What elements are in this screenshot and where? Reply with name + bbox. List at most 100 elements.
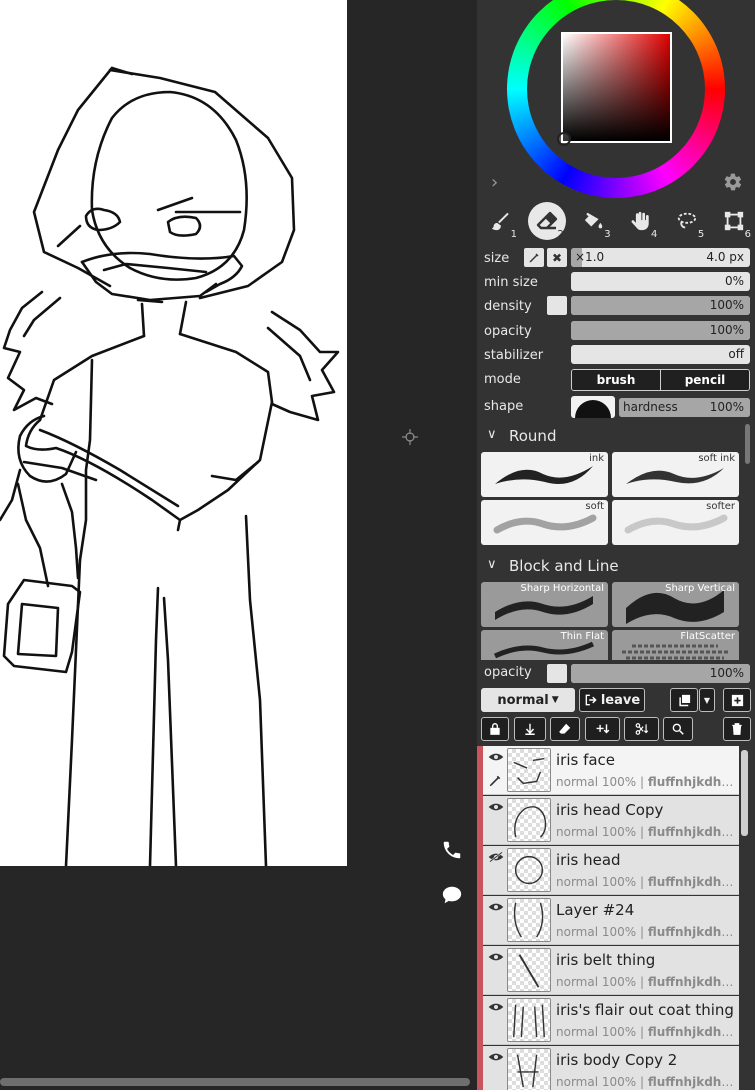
- layer-row[interactable]: iris's flair out coat thing normal 100% |…: [483, 996, 739, 1045]
- mode-toggle: brush pencil: [571, 369, 750, 391]
- layer-name[interactable]: Layer #24: [556, 901, 634, 919]
- layer-name[interactable]: iris belt thing: [556, 951, 655, 969]
- horizontal-scrollbar[interactable]: [0, 1078, 470, 1086]
- layer-row[interactable]: iris head Copy normal 100% | fluffnhjkdh.…: [483, 796, 739, 845]
- size-reset-button[interactable]: ✖: [547, 248, 567, 267]
- layer-thumbnail: [507, 798, 551, 842]
- preset-sharp-horizontal[interactable]: Sharp Horizontal: [481, 582, 608, 627]
- layer-opacity: 100%: [601, 875, 637, 889]
- caret-down-icon: ▼: [703, 695, 711, 705]
- saturation-value-square[interactable]: [561, 32, 672, 143]
- eye-icon[interactable]: [488, 1001, 504, 1013]
- preset-ink[interactable]: ink: [481, 452, 608, 497]
- color-picker[interactable]: [507, 0, 725, 198]
- layer-row[interactable]: iris face normal 100% | fluffnhjkdh...: [483, 746, 739, 795]
- transform-icon: [724, 211, 744, 231]
- brush-shape-preview[interactable]: [571, 396, 615, 418]
- add-to-layer-button[interactable]: [585, 717, 620, 741]
- layer-row[interactable]: iris belt thing normal 100% | fluffnhjkdh…: [483, 946, 739, 995]
- eye-icon[interactable]: [488, 801, 504, 813]
- layer-row[interactable]: Layer #24 normal 100% | fluffnhjkdh...: [483, 896, 739, 945]
- category-round[interactable]: ∨ Round: [477, 422, 747, 450]
- blend-mode-dropdown[interactable]: normal ▼: [481, 688, 575, 712]
- add-layer-button[interactable]: [723, 688, 751, 712]
- layers-scrollbar[interactable]: [741, 750, 748, 836]
- mode-pencil-button[interactable]: pencil: [660, 370, 749, 390]
- layer-blend-mode: normal: [556, 775, 599, 789]
- layer-name[interactable]: iris head: [556, 851, 621, 869]
- layer-name[interactable]: iris's flair out coat thing: [556, 1001, 734, 1019]
- eye-icon[interactable]: [488, 1051, 504, 1063]
- layer-opacity-value: 100%: [709, 666, 744, 680]
- leave-button[interactable]: leave: [579, 688, 645, 712]
- eye-icon[interactable]: [488, 901, 504, 913]
- zoom-layer-button[interactable]: [663, 717, 693, 741]
- density-row: density 100%: [477, 296, 755, 318]
- gear-icon[interactable]: [723, 172, 743, 197]
- hand-tool-button[interactable]: 4: [621, 202, 659, 240]
- layer-blend-mode: normal: [556, 875, 599, 889]
- canvas-viewport[interactable]: [0, 0, 477, 1090]
- delete-layer-button[interactable]: [723, 717, 751, 741]
- layer-thumbnail: [507, 898, 551, 942]
- layer-name[interactable]: iris body Copy 2: [556, 1051, 677, 1069]
- preset-soft[interactable]: soft: [481, 500, 608, 545]
- drawing-canvas[interactable]: [0, 0, 347, 866]
- preset-thin-flat[interactable]: Thin Flat: [481, 630, 608, 660]
- eye-icon[interactable]: [488, 751, 504, 763]
- lasso-tool-button[interactable]: 5: [668, 202, 706, 240]
- brush-tool-button[interactable]: 1: [481, 202, 519, 240]
- stabilizer-slider[interactable]: off: [571, 345, 750, 364]
- mode-label: mode: [484, 372, 521, 387]
- merge-down-button[interactable]: [514, 717, 546, 741]
- clear-layer-button[interactable]: [550, 717, 580, 741]
- layer-list: iris face normal 100% | fluffnhjkdh... iri…: [477, 746, 755, 1090]
- lock-layer-button[interactable]: [481, 717, 509, 741]
- layer-row[interactable]: iris body Copy 2 normal 100% | fluffnhjkd…: [483, 1046, 739, 1090]
- chat-icon[interactable]: [438, 881, 466, 909]
- preset-flatscatter[interactable]: FlatScatter: [612, 630, 739, 660]
- lock-icon: [490, 723, 500, 735]
- chevron-right-icon[interactable]: ›: [491, 172, 498, 193]
- eraser-tool-button[interactable]: 2: [527, 202, 566, 240]
- layer-owner: fluffnhjkdh...: [647, 775, 734, 789]
- pressure-density-toggle[interactable]: [547, 296, 567, 315]
- layer-opacity-slider[interactable]: 100%: [571, 664, 750, 683]
- phone-icon[interactable]: [438, 836, 466, 864]
- layer-name[interactable]: iris face: [556, 751, 615, 769]
- pen-icon: [529, 253, 539, 262]
- pressure-size-toggle[interactable]: [524, 248, 544, 267]
- layer-opacity-lock[interactable]: [547, 664, 567, 683]
- opacity-slider[interactable]: 100%: [571, 321, 750, 340]
- layer-thumbnail: [507, 748, 551, 792]
- duplicate-layer-button[interactable]: [670, 688, 698, 712]
- fill-tool-button[interactable]: 3: [575, 202, 613, 240]
- duplicate-options-button[interactable]: ▼: [699, 688, 715, 712]
- transform-tool-button[interactable]: 6: [715, 202, 753, 240]
- layer-opacity: 100%: [601, 975, 637, 989]
- mode-brush-button[interactable]: brush: [572, 370, 660, 390]
- preset-sharp-vertical[interactable]: Sharp Vertical: [612, 582, 739, 627]
- layer-row[interactable]: iris head normal 100% | fluffnhjkdh...: [483, 846, 739, 895]
- trash-icon: [732, 723, 742, 735]
- preset-softer[interactable]: softer: [612, 500, 739, 545]
- layer-opacity-row: opacity 100%: [477, 662, 755, 684]
- hardness-label: hardness: [623, 400, 678, 414]
- layer-blend-mode: normal: [556, 925, 599, 939]
- magnifier-icon: [672, 723, 684, 735]
- min-size-slider[interactable]: 0%: [571, 272, 750, 291]
- size-slider[interactable]: ×1.0 4.0 px: [571, 248, 750, 267]
- category-block-and-line[interactable]: ∨ Block and Line: [477, 552, 747, 580]
- preset-soft-ink[interactable]: soft ink: [612, 452, 739, 497]
- color-cursor[interactable]: [557, 132, 571, 146]
- cut-to-layer-button[interactable]: [624, 717, 659, 741]
- density-slider[interactable]: 100%: [571, 296, 750, 315]
- layer-opacity: 100%: [601, 1075, 637, 1089]
- eye-icon[interactable]: [488, 951, 504, 963]
- hardness-slider[interactable]: hardness 100%: [619, 398, 750, 417]
- size-label: size: [484, 251, 510, 266]
- layer-name[interactable]: iris head Copy: [556, 801, 663, 819]
- tool-panel: › 1 2 3 4 5 6 size ✖ ×1.0 4.0 px min siz…: [477, 0, 755, 1090]
- eye-off-icon[interactable]: [488, 851, 504, 863]
- scrollbar-thumb[interactable]: [0, 1078, 470, 1086]
